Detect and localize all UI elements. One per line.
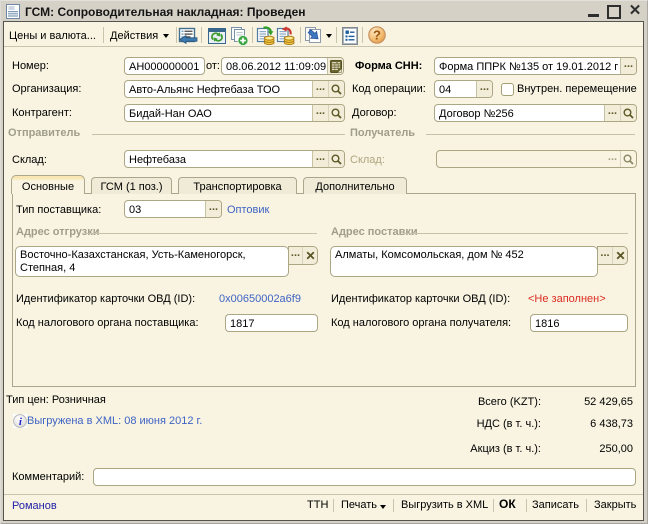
svg-text:?: ?: [373, 27, 381, 42]
